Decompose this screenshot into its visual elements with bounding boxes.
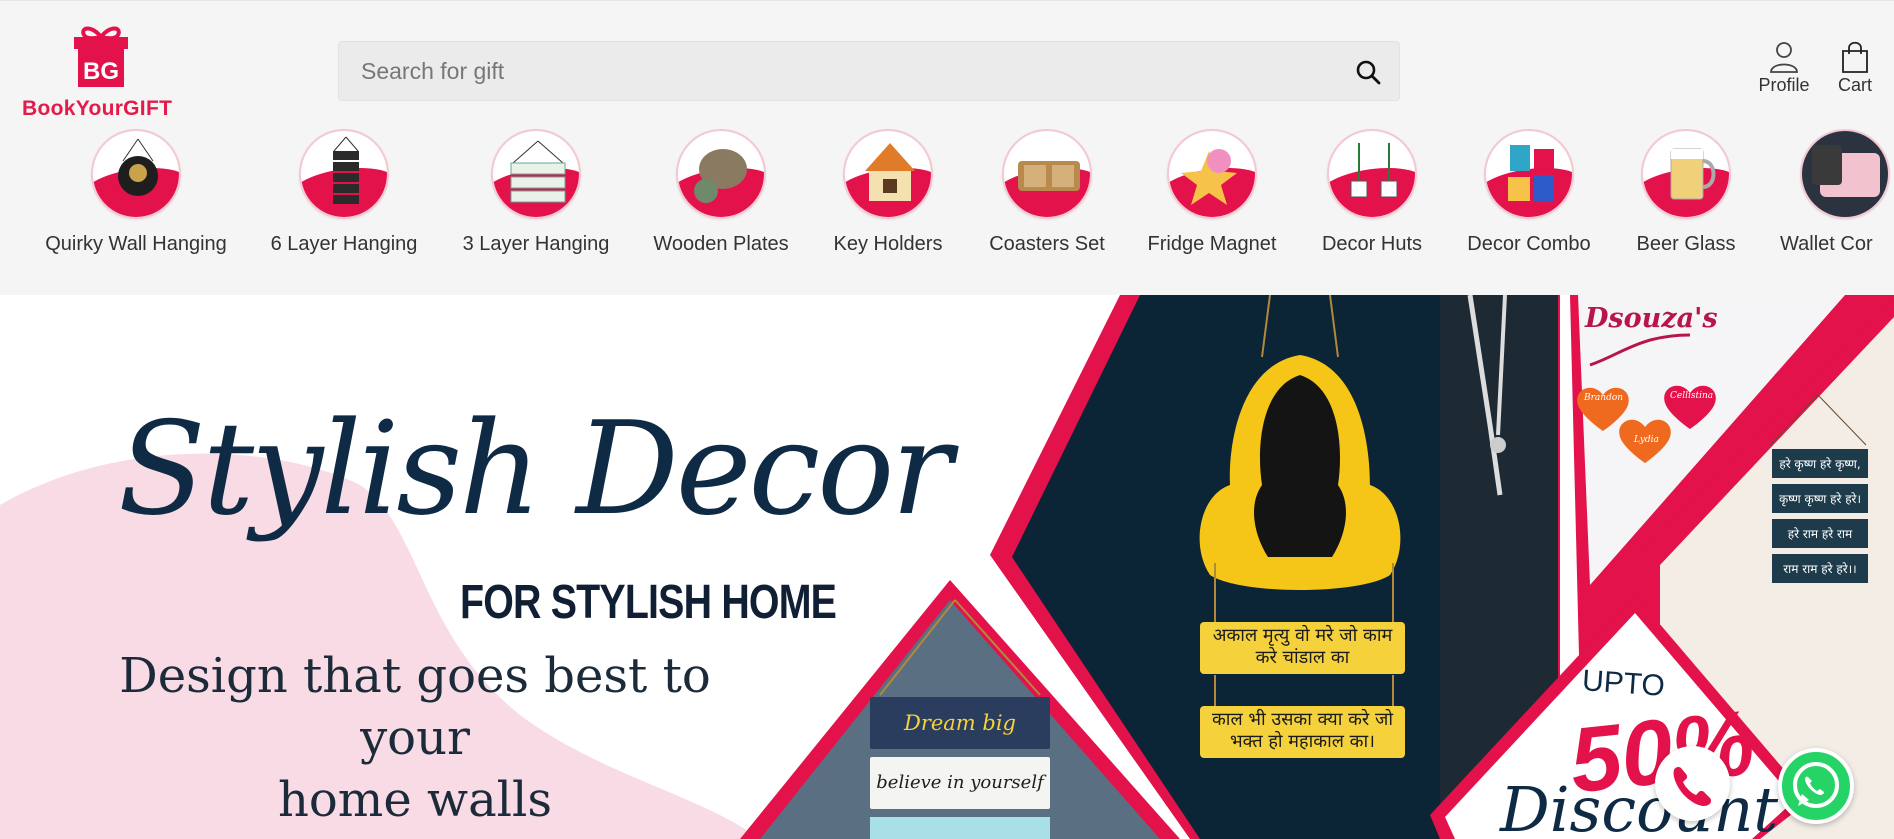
category-label: Fridge Magnet	[1147, 233, 1277, 255]
shelf-board-2: believe in yourself	[870, 757, 1050, 809]
category-label: Coasters Set	[989, 233, 1105, 255]
category-coasters-set[interactable]: Coasters Set	[982, 129, 1112, 256]
category-wallet-combo[interactable]: Wallet Cor	[1780, 129, 1894, 256]
category-6-layer-hanging[interactable]: 6 Layer Hanging	[264, 129, 424, 256]
category-label: Key Holders	[833, 233, 943, 255]
decor-combo-icon	[1484, 129, 1574, 219]
search-bar[interactable]	[338, 41, 1400, 101]
heart-name-1: Brandon	[1584, 393, 1624, 403]
wall-hanging-icon	[91, 129, 181, 219]
six-layer-hanging-icon	[299, 129, 389, 219]
krishna-line-2: कृष्ण कृष्ण हरे हरे।	[1772, 484, 1868, 513]
offer-discount-text: Discount	[1500, 773, 1779, 839]
brand-logo[interactable]: BG BookYourGIFT	[22, 23, 174, 123]
category-label: Decor Combo	[1467, 233, 1591, 255]
fridge-magnet-icon	[1167, 129, 1257, 219]
beer-glass-icon	[1641, 129, 1731, 219]
category-label: 3 Layer Hanging	[462, 233, 610, 255]
category-3-layer-hanging[interactable]: 3 Layer Hanging	[456, 129, 616, 256]
cart-button[interactable]: Cart	[1830, 41, 1880, 96]
tagline-line-1: Design that goes best to your	[119, 648, 711, 766]
person-icon	[1770, 42, 1798, 73]
logo-wordmark: BookYourGIFT	[22, 97, 173, 120]
shelf-board-3	[870, 817, 1050, 839]
mahakal-line-1: अकाल मृत्यु वो मरे जो काम	[1212, 625, 1393, 646]
whatsapp-icon	[1793, 762, 1839, 808]
category-decor-combo[interactable]: Decor Combo	[1464, 129, 1594, 256]
category-wooden-plates[interactable]: Wooden Plates	[644, 129, 798, 256]
category-label: Wooden Plates	[653, 233, 789, 255]
category-key-holders[interactable]: Key Holders	[826, 129, 950, 256]
search-icon[interactable]	[1355, 59, 1381, 85]
category-strip: Quirky Wall Hanging 6 Layer Hanging 3 La…	[0, 129, 1894, 264]
call-button[interactable]	[1655, 746, 1730, 821]
krishna-board: हरे कृष्ण हरे कृष्ण, कृष्ण कृष्ण हरे हरे…	[1772, 449, 1868, 583]
mahakal-line-2: करे चांडाल का	[1255, 647, 1350, 668]
phone-icon	[1673, 766, 1712, 806]
gift-box-logo-icon: BG	[74, 26, 128, 87]
mahakal-board-bottom: काल भी उसका क्या करे जो भक्त हो महाकाल क…	[1200, 706, 1405, 758]
krishna-line-1: हरे कृष्ण हरे कृष्ण,	[1772, 449, 1868, 478]
banner-tagline: Design that goes best to your home walls	[100, 645, 730, 831]
shopping-bag-icon	[1842, 41, 1868, 73]
mahakal-line-3: काल भी उसका क्या करे जो	[1211, 709, 1394, 730]
wooden-plate-icon	[676, 129, 766, 219]
profile-label: Profile	[1758, 75, 1810, 95]
name-plate-text: Dsouza's	[1585, 303, 1718, 334]
mahakal-board-top: अकाल मृत्यु वो मरे जो काम करे चांडाल का	[1200, 622, 1405, 674]
cart-label: Cart	[1837, 75, 1872, 95]
category-label: Quirky Wall Hanging	[45, 233, 227, 255]
tagline-line-2: home walls	[277, 772, 553, 828]
category-label: Decor Huts	[1321, 233, 1423, 255]
category-beer-glass[interactable]: Beer Glass	[1630, 129, 1742, 256]
svg-text:BG: BG	[83, 58, 119, 85]
whatsapp-button[interactable]	[1778, 748, 1854, 824]
category-label: Wallet Cor	[1780, 233, 1873, 255]
category-decor-huts[interactable]: Decor Huts	[1316, 129, 1428, 256]
coaster-icon	[1002, 129, 1092, 219]
category-fridge-magnet[interactable]: Fridge Magnet	[1144, 129, 1280, 256]
banner-title: Stylish Decor	[118, 395, 952, 544]
site-header: BG BookYourGIFT Profile Cart Qu	[0, 0, 1894, 295]
category-label: 6 Layer Hanging	[270, 233, 418, 255]
three-layer-hanging-icon	[491, 129, 581, 219]
hero-banner[interactable]: Stylish Decor FOR STYLISH HOME Design th…	[0, 295, 1894, 839]
profile-button[interactable]: Profile	[1752, 41, 1816, 96]
mahakal-line-4: भक्त हो महाकाल का।	[1230, 731, 1375, 752]
category-quirky-wall-hanging[interactable]: Quirky Wall Hanging	[36, 129, 236, 256]
shelf-board-1: Dream big	[870, 697, 1050, 749]
search-input[interactable]	[339, 42, 1339, 100]
offer-upto-text: UPTO	[1580, 664, 1666, 703]
banner-subtitle: FOR STYLISH HOME	[460, 576, 837, 629]
heart-name-2: Cellistina	[1670, 391, 1714, 401]
heart-name-3: Lydia	[1634, 435, 1659, 445]
wallet-icon	[1800, 129, 1890, 219]
category-label: Beer Glass	[1636, 233, 1736, 255]
krishna-line-3: हरे राम हरे राम	[1772, 519, 1868, 548]
krishna-line-4: राम राम हरे हरे।।	[1772, 554, 1868, 583]
key-holder-icon	[843, 129, 933, 219]
decor-hut-icon	[1327, 129, 1417, 219]
